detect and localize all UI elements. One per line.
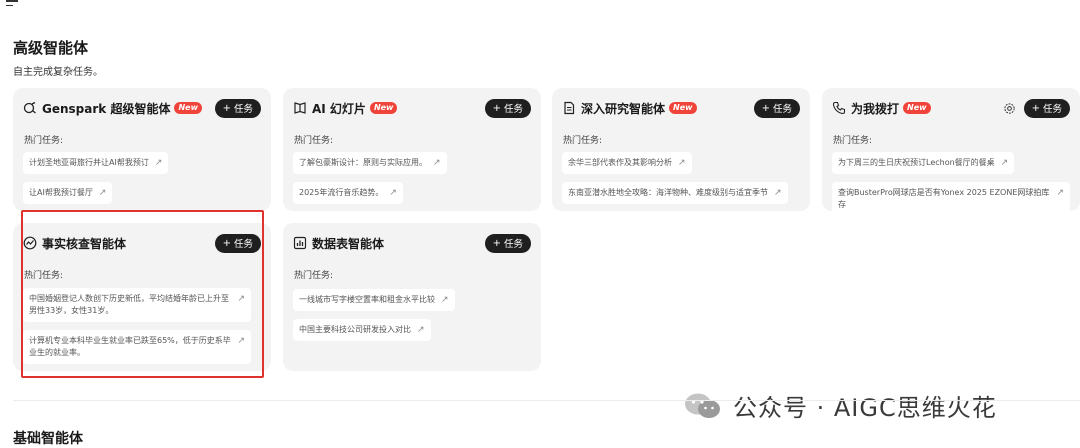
document-icon <box>562 101 576 115</box>
arrow-up-right-icon: ↗ <box>1056 188 1064 198</box>
arrow-up-right-icon: ↗ <box>678 158 686 168</box>
task-item[interactable]: 余华三部代表作及其影响分析 ↗ <box>562 152 692 174</box>
arrow-up-right-icon: ↗ <box>1000 158 1009 168</box>
card-title: AI 幻灯片 <box>312 101 366 116</box>
plus-icon: + <box>761 102 770 114</box>
task-item[interactable]: 为下周三的生日庆祝预订Lechon餐厅的餐桌 ↗ <box>832 152 1015 174</box>
menu-icon[interactable] <box>6 0 20 10</box>
arrow-up-right-icon: ↗ <box>441 295 449 305</box>
super-agent-icon <box>23 101 37 115</box>
card-title: 深入研究智能体 <box>581 101 666 116</box>
add-task-button[interactable]: + 任务 <box>214 98 261 118</box>
plus-icon: + <box>492 237 501 249</box>
arrow-up-right-icon: ↗ <box>98 188 107 198</box>
gear-icon[interactable] <box>1003 102 1016 115</box>
hot-tasks-label: 热门任务: <box>294 136 334 146</box>
agent-card-ai-slides[interactable]: AI 幻灯片 New + 任务 热门任务: 了解包豪斯设计：原则与实际应用。 ↗ 2… <box>283 88 541 211</box>
arrow-up-right-icon: ↗ <box>433 158 441 168</box>
highlight-box <box>21 210 264 378</box>
new-badge: New <box>174 102 202 114</box>
chart-icon <box>293 236 307 250</box>
plus-icon: + <box>492 102 501 114</box>
agent-card-data-sheet[interactable]: 数据表智能体 + 任务 热门任务: 一线城市写字楼空置率和租金水平比较 ↗ 中国主要… <box>283 223 541 371</box>
new-badge: New <box>369 102 398 114</box>
add-task-button[interactable]: + 任务 <box>753 98 800 118</box>
task-item[interactable]: 计划圣地亚哥旅行并让AI帮我预订 ↗ <box>23 152 169 174</box>
task-item[interactable]: 2025年流行音乐趋势。 ↗ <box>293 182 403 204</box>
watermark-text: 公众号 · AIGC思维火花 <box>733 394 997 422</box>
plus-icon: + <box>222 102 231 114</box>
arrow-up-right-icon: ↗ <box>154 158 163 168</box>
section-divider <box>13 400 1080 401</box>
hot-tasks-label: 热门任务: <box>563 136 603 146</box>
task-item[interactable]: 东南亚潜水胜地全攻略：海洋物种、难度级别与适宜季节 ↗ <box>562 182 788 204</box>
task-item[interactable]: 了解包豪斯设计：原则与实际应用。 ↗ <box>293 152 447 174</box>
section2-title: 基础智能体 <box>13 431 83 447</box>
task-item[interactable]: 查询BusterPro网球店是否有Yonex 2025 EZONE网球拍库存 ↗ <box>832 182 1070 216</box>
hot-tasks-label: 热门任务: <box>294 271 334 281</box>
add-task-button[interactable]: + 任务 <box>484 233 531 253</box>
section-title: 高级智能体 <box>13 39 89 57</box>
hot-tasks-label: 热门任务: <box>833 136 873 146</box>
arrow-up-right-icon: ↗ <box>417 325 425 335</box>
new-badge: New <box>669 102 697 114</box>
agent-card-deep-research[interactable]: 深入研究智能体 New + 任务 热门任务: 余华三部代表作及其影响分析 ↗ 东南亚… <box>552 88 810 211</box>
task-item[interactable]: 让AI帮我预订餐厅 ↗ <box>23 182 113 204</box>
card-title: Genspark 超级智能体 <box>42 101 171 116</box>
card-title: 数据表智能体 <box>312 236 385 251</box>
slides-icon <box>293 101 307 115</box>
arrow-up-right-icon: ↗ <box>389 188 397 198</box>
hot-tasks-label: 热门任务: <box>24 136 64 146</box>
task-item[interactable]: 中国主要科技公司研发投入对比 ↗ <box>293 319 431 341</box>
agent-card-call-for-me[interactable]: 为我拨打 New + 任务 热门任务: 为下周三的生日庆祝预订Lechon餐厅的餐… <box>822 88 1080 216</box>
plus-icon: + <box>1031 102 1040 114</box>
task-item[interactable]: 一线城市写字楼空置率和租金水平比较 ↗ <box>293 289 455 311</box>
arrow-up-right-icon: ↗ <box>774 188 782 198</box>
add-task-button[interactable]: + 任务 <box>1023 98 1070 118</box>
card-title: 为我拨打 <box>851 101 900 116</box>
new-badge: New <box>903 102 931 114</box>
wechat-icon <box>683 391 723 421</box>
section-subtitle: 自主完成复杂任务。 <box>13 67 103 78</box>
phone-icon <box>832 101 846 115</box>
agent-card-genspark[interactable]: Genspark 超级智能体 New + 任务 热门任务: 计划圣地亚哥旅行并让A… <box>13 88 271 211</box>
add-task-button[interactable]: + 任务 <box>484 98 531 118</box>
watermark: 公众号 · AIGC思维火花 <box>683 388 997 423</box>
